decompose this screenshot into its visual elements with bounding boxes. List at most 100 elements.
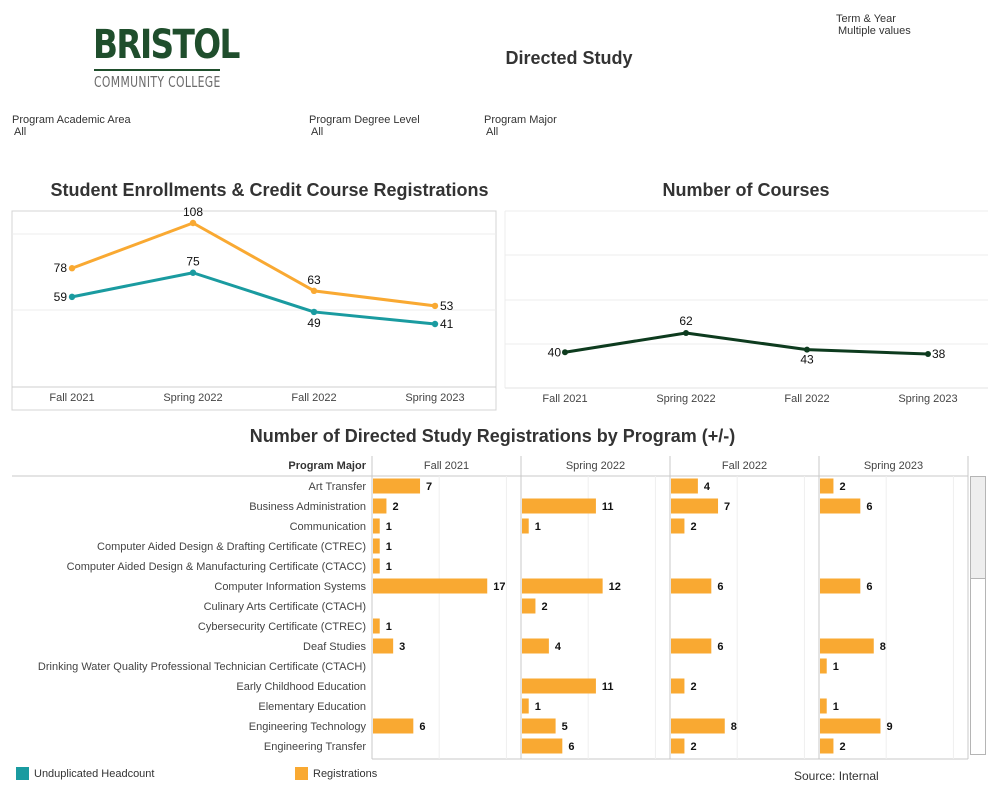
source-note: Source: Internal [794,769,879,783]
registration-bar [373,538,380,554]
bar-value-label: 1 [386,521,392,533]
bar-value-label: 11 [602,681,614,693]
program-label: Computer Information Systems [214,581,366,593]
bar-value-label: 3 [399,641,405,653]
bar-value-label: 9 [886,721,892,733]
registration-bar [373,638,394,654]
bar-value-label: 6 [419,721,425,733]
bar-value-label: 1 [535,521,541,533]
filter-label: Program Major [484,114,557,126]
program-label: Culinary Arts Certificate (CTACH) [204,601,366,613]
bar-value-label: 6 [568,741,574,753]
courses-point [683,330,689,336]
registration-bar [820,578,861,594]
column-header: Spring 2023 [864,460,923,472]
data-label: 40 [548,345,562,359]
x-tick-label: Spring 2023 [405,392,464,404]
legend-label: Unduplicated Headcount [34,767,155,780]
program-label: Computer Aided Design & Manufacturing Ce… [67,561,366,573]
registration-bar [820,498,861,514]
registration-bar [373,718,414,734]
term-year-filter-value[interactable]: Multiple values [838,25,911,37]
registration-bar [373,558,380,574]
registration-bar [671,678,685,694]
legend-item-registrations[interactable]: Registrations [295,767,377,780]
bar-value-label: 7 [724,501,730,513]
headcount-color-swatch [16,767,29,780]
registration-bar [522,498,596,514]
data-label: 43 [800,353,814,367]
column-header: Fall 2022 [722,460,767,472]
term-year-filter[interactable]: Term & Year Multiple values [836,13,911,37]
program-label: Early Childhood Education [236,681,366,693]
registration-bar [820,638,874,654]
program-label: Art Transfer [309,481,367,493]
bar-value-label: 6 [866,581,872,593]
bar-value-label: 6 [717,641,723,653]
registrations-by-program-title: Number of Directed Study Registrations b… [249,426,736,446]
bar-value-label: 4 [555,641,562,653]
registration-bar [820,698,827,714]
bar-value-label: 1 [535,701,541,713]
registration-bar [522,598,536,614]
legend-item-headcount[interactable]: Unduplicated Headcount [16,767,154,780]
program-label: Elementary Education [258,701,366,713]
registration-bar [671,518,685,534]
registration-bar [671,578,712,594]
filter-value[interactable]: All [311,126,420,138]
page-title: Directed Study [505,48,633,68]
headcount-point [310,308,318,316]
bar-value-label: 1 [833,661,839,673]
scrollbar-thumb[interactable] [971,477,985,579]
registrations-by-program-bar-chart: Program Major Fall 2021 Spring 2022 Fall 20… [12,456,969,760]
bar-value-label: 2 [541,601,547,613]
bar-value-label: 8 [880,641,886,653]
legend-label: Registrations [313,767,378,780]
column-header: Fall 2021 [424,460,469,472]
bar-value-label: 1 [386,621,392,633]
vertical-scrollbar[interactable] [970,476,986,755]
registrations-color-swatch [295,767,308,780]
registration-bar [373,518,380,534]
term-year-filter-label: Term & Year [836,13,896,25]
registration-bar [671,738,685,754]
bar-value-label: 6 [717,581,723,593]
enrollments-line-chart: Fall 2021 Spring 2022 Fall 2022 Spring 2023… [11,205,497,411]
college-logo-subtitle: COMMUNITY COLLEGE [94,73,221,91]
x-tick-label: Fall 2021 [49,392,94,404]
column-header: Spring 2022 [566,460,625,472]
program-label: Deaf Studies [303,641,366,653]
registration-bar [522,678,596,694]
registration-bar [820,478,834,494]
courses-line-chart: Fall 2021 Spring 2022 Fall 2022 Spring 2023… [504,210,988,405]
bar-value-label: 1 [833,701,839,713]
filter-value[interactable]: All [486,126,557,138]
x-tick-label: Spring 2022 [163,392,222,404]
data-label: 53 [440,299,454,313]
data-label: 62 [679,314,693,328]
registration-bar [820,658,827,674]
registration-bar [522,718,556,734]
filter-program-academic-area[interactable]: Program Academic Area All [12,114,131,138]
registration-bar [373,498,387,514]
filter-value[interactable]: All [14,126,131,138]
courses-point [562,349,568,356]
program-label: Communication [290,521,366,533]
data-label: 78 [54,261,68,275]
registrations-point [310,287,318,295]
bar-value-label: 4 [704,481,711,493]
registration-bar [373,578,488,594]
courses-point [925,351,931,357]
bar-value-label: 12 [609,581,621,593]
registration-bar [522,638,549,654]
registration-bar [522,738,563,754]
filter-program-major[interactable]: Program Major All [484,114,557,138]
filter-program-degree-level[interactable]: Program Degree Level All [309,114,420,138]
x-tick-label: Fall 2022 [291,392,336,404]
bar-value-label: 2 [690,521,696,533]
row-header-label: Program Major [288,460,366,472]
bar-value-label: 8 [731,721,737,733]
bar-value-label: 2 [839,741,845,753]
headcount-point [431,320,439,328]
registrations-point [189,219,197,227]
